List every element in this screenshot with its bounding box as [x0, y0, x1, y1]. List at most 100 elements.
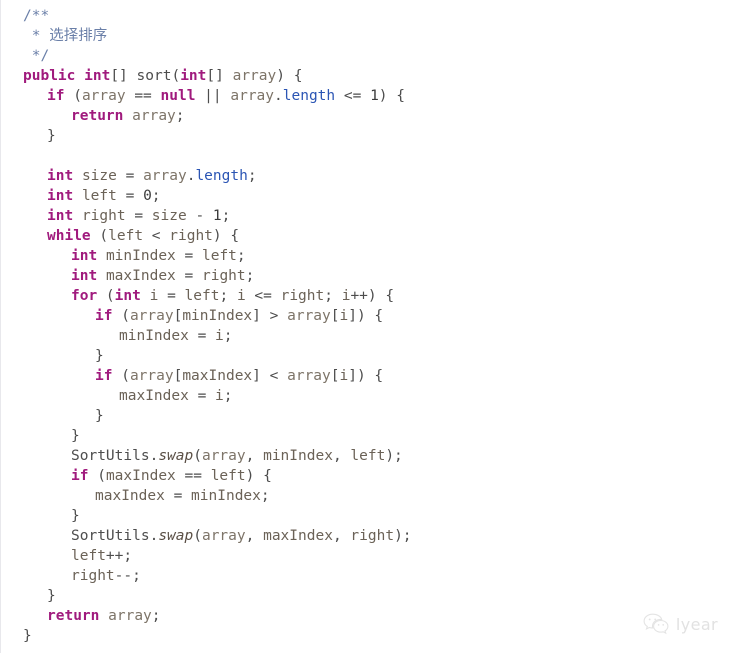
code-token: array [230, 88, 275, 104]
code-token: maxIndex [182, 368, 253, 384]
code-token: ) { [378, 88, 405, 104]
code-token: . [274, 88, 283, 104]
code-token: minIndex [105, 248, 176, 264]
code-token: 0 [143, 188, 152, 204]
code-token: array [143, 168, 187, 184]
code-token: ( [90, 228, 109, 244]
code-token: i [236, 288, 246, 304]
code-token: = [175, 268, 202, 284]
code-token: ] [252, 368, 261, 384]
code-token: array [201, 448, 246, 464]
code-token: ] [252, 308, 261, 324]
code-token: 选择排序 [49, 28, 108, 44]
code-token: array [81, 88, 126, 104]
code-token: } [47, 588, 56, 604]
code-token: i [339, 368, 349, 384]
code-token: return [71, 108, 124, 124]
code-token: } [71, 508, 80, 524]
code-line: } [1, 346, 734, 366]
code-token: while [47, 228, 91, 244]
code-token: } [95, 408, 104, 424]
code-token: , [332, 448, 351, 464]
code-token: - [186, 208, 213, 224]
code-token: --; [114, 568, 141, 584]
code-token: ( [88, 468, 106, 484]
code-line: int size = array.length; [1, 166, 734, 186]
code-line: /** [1, 6, 734, 26]
code-token: maxIndex [105, 468, 176, 484]
code-token: < [143, 228, 170, 244]
code-token: minIndex [182, 308, 253, 324]
code-token: ++) { [350, 288, 395, 304]
code-token: } [71, 428, 80, 444]
code-token: if [71, 468, 89, 484]
code-token: for [71, 288, 98, 304]
code-token: /** [23, 8, 50, 24]
code-token: [ [330, 308, 340, 324]
code-token: length [282, 88, 336, 104]
code-line: return array; [1, 606, 734, 626]
code-token: right [201, 268, 246, 284]
code-token: */ [23, 48, 50, 64]
code-token: ( [171, 68, 181, 84]
code-token: [ [330, 368, 340, 384]
code-token: left [184, 288, 220, 304]
code-line: maxIndex = i; [1, 386, 734, 406]
code-line: } [1, 586, 734, 606]
code-token: int [114, 288, 141, 304]
code-token: . [149, 448, 159, 464]
code-token: ( [193, 448, 202, 464]
code-line: maxIndex = minIndex; [1, 486, 734, 506]
code-listing: /** * 选择排序 */public int[] sort(int[] arr… [1, 6, 734, 646]
code-line: minIndex = i; [1, 326, 734, 346]
code-token: ( [64, 88, 82, 104]
code-token: SortUtils [71, 528, 150, 544]
code-token: if [47, 88, 65, 104]
code-token: sort [136, 68, 172, 84]
code-token: int [71, 248, 98, 264]
code-line: left++; [1, 546, 734, 566]
code-token: ); [385, 448, 403, 464]
code-token: swap [158, 448, 194, 464]
code-token: right [169, 228, 213, 244]
code-token: 1 [212, 208, 222, 224]
code-token: ]) { [348, 368, 384, 384]
code-line: if (array[minIndex] > array[i]) { [1, 306, 734, 326]
code-token: ) { [212, 228, 240, 244]
code-snippet-card: /** * 选择排序 */public int[] sort(int[] arr… [0, 0, 734, 653]
code-token: } [95, 348, 104, 364]
code-token: ); [394, 528, 412, 544]
code-token: == [175, 468, 211, 484]
code-token: left [350, 448, 386, 464]
code-token: = [175, 248, 202, 264]
code-token: minIndex [119, 328, 189, 344]
code-token: <= [245, 288, 281, 304]
code-token: ; [324, 288, 342, 304]
code-token: public [23, 68, 76, 84]
code-token: left [201, 248, 237, 264]
code-token: > [260, 308, 288, 324]
code-token: i [215, 328, 224, 344]
code-token: ( [97, 288, 115, 304]
code-token: maxIndex [263, 528, 333, 544]
code-token: } [47, 128, 56, 144]
code-token: minIndex [191, 488, 261, 504]
code-token: null [160, 88, 196, 104]
code-token: if [95, 308, 113, 324]
code-token: size [81, 168, 117, 184]
code-token: maxIndex [119, 388, 189, 404]
code-token: int [71, 268, 98, 284]
code-token: == [125, 88, 161, 104]
code-token: i [215, 388, 224, 404]
code-token: size [151, 208, 187, 224]
code-token: ; [151, 188, 161, 204]
code-token: length [195, 168, 248, 184]
code-token: if [95, 368, 113, 384]
code-token: ) { [245, 468, 272, 484]
